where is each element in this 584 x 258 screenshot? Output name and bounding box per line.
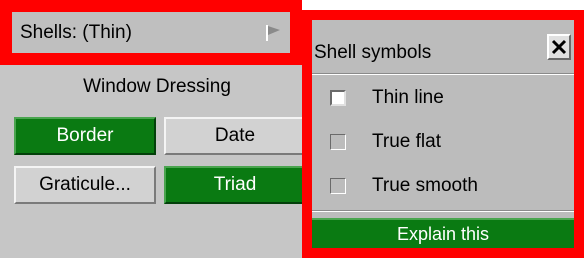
true-smooth-checkbox[interactable] bbox=[330, 178, 346, 194]
option-true-smooth[interactable]: True smooth bbox=[330, 171, 478, 201]
thin-line-checkbox[interactable] bbox=[330, 90, 346, 106]
divider bbox=[312, 210, 574, 212]
close-icon bbox=[551, 39, 567, 55]
true-flat-checkbox[interactable] bbox=[330, 134, 346, 150]
true-smooth-label: True smooth bbox=[372, 175, 478, 196]
shells-header-highlight: Shells: (Thin) bbox=[0, 0, 302, 65]
popup-title: Shell symbols bbox=[314, 42, 432, 63]
flag-icon bbox=[266, 24, 280, 41]
date-button[interactable]: Date bbox=[164, 117, 306, 155]
thin-line-label: Thin line bbox=[372, 87, 444, 108]
shells-label: Shells: (Thin) bbox=[20, 21, 132, 43]
graticule-button[interactable]: Graticule... bbox=[14, 166, 156, 204]
divider bbox=[312, 73, 574, 75]
triad-button[interactable]: Triad bbox=[164, 166, 306, 204]
shells-menu-button[interactable]: Shells: (Thin) bbox=[12, 12, 290, 53]
option-true-flat[interactable]: True flat bbox=[330, 127, 441, 157]
close-button[interactable] bbox=[547, 34, 571, 60]
shell-symbols-popup-highlight: Shell symbols Thin line True flat True s… bbox=[302, 10, 584, 258]
shell-symbols-popup: Shell symbols Thin line True flat True s… bbox=[312, 20, 574, 248]
border-button[interactable]: Border bbox=[14, 117, 156, 155]
true-flat-label: True flat bbox=[372, 131, 441, 152]
window-dressing-title: Window Dressing bbox=[83, 76, 231, 97]
explain-this-button[interactable]: Explain this bbox=[312, 218, 574, 248]
option-thin-line[interactable]: Thin line bbox=[330, 83, 444, 113]
